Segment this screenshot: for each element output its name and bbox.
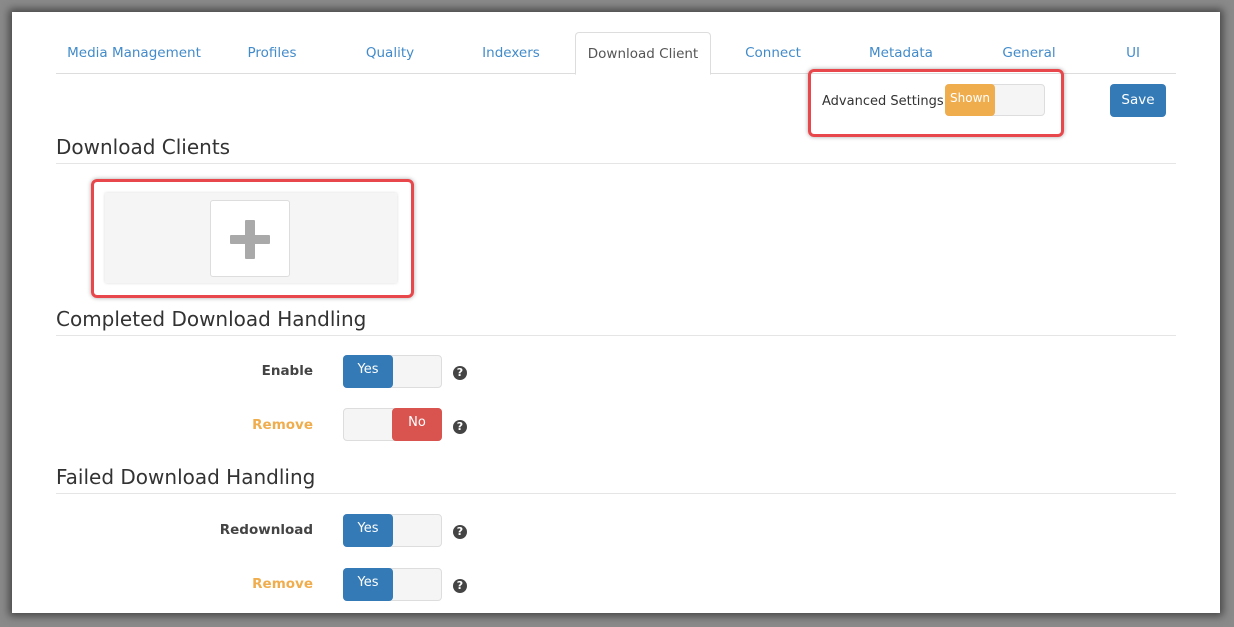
advanced-settings-toggle[interactable]: Shown: [945, 84, 1045, 116]
completed-download-handling-heading: Completed Download Handling: [56, 307, 1176, 336]
failed-download-handling-heading: Failed Download Handling: [56, 465, 1176, 494]
remove-completed-label: Remove: [252, 417, 313, 433]
tab-media-management[interactable]: Media Management: [67, 32, 201, 74]
redownload-label: Redownload: [219, 522, 313, 538]
remove-failed-toggle[interactable]: Yes: [343, 568, 442, 601]
tab-profiles[interactable]: Profiles: [247, 32, 296, 74]
save-button[interactable]: Save: [1110, 84, 1166, 117]
enable-label: Enable: [261, 363, 313, 379]
tab-connect[interactable]: Connect: [745, 32, 801, 74]
add-download-client-button[interactable]: [210, 200, 290, 277]
tab-general[interactable]: General: [1002, 32, 1055, 74]
tab-indexers[interactable]: Indexers: [482, 32, 540, 74]
enable-toggle[interactable]: Yes: [343, 355, 442, 388]
tab-metadata[interactable]: Metadata: [869, 32, 933, 74]
tab-download-client[interactable]: Download Client: [575, 32, 711, 75]
help-icon[interactable]: ?: [453, 366, 467, 380]
advanced-settings-state: Shown: [945, 84, 995, 116]
tab-ui[interactable]: UI: [1126, 32, 1140, 74]
remove-failed-label: Remove: [252, 576, 313, 592]
settings-page: Media Management Profiles Quality Indexe…: [12, 12, 1220, 613]
settings-tabs: Media Management Profiles Quality Indexe…: [56, 32, 1176, 75]
tab-quality[interactable]: Quality: [366, 32, 414, 74]
help-icon[interactable]: ?: [453, 579, 467, 593]
help-icon[interactable]: ?: [453, 525, 467, 539]
help-icon[interactable]: ?: [453, 420, 467, 434]
advanced-settings-label: Advanced Settings: [822, 94, 944, 109]
download-clients-heading: Download Clients: [56, 135, 1176, 164]
remove-completed-toggle[interactable]: No: [343, 408, 442, 441]
redownload-toggle[interactable]: Yes: [343, 514, 442, 547]
